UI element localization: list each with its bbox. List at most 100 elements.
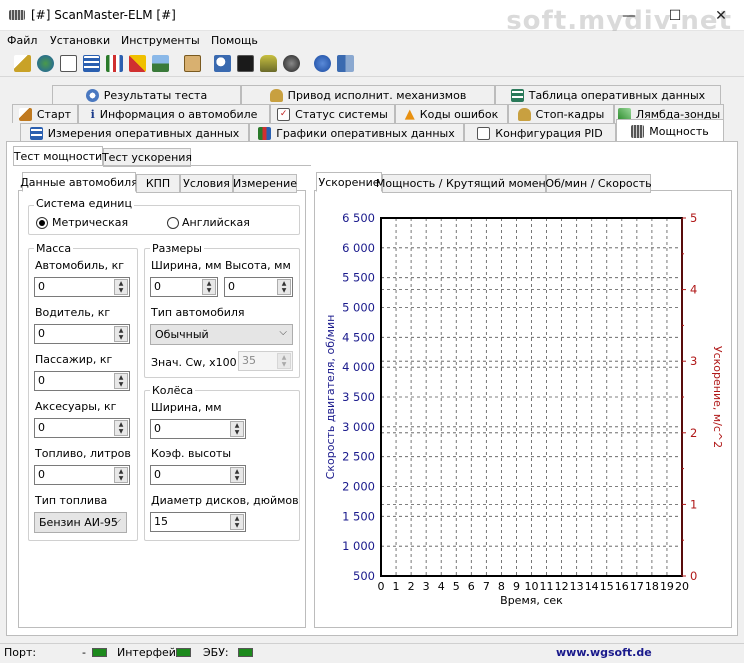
y-axis-label: Скорость двигателя, об/мин (324, 315, 337, 480)
rim-diameter-input[interactable]: 15 ▲ ▼ (150, 512, 246, 532)
power-icon (631, 124, 645, 138)
minimize-button[interactable]: — (606, 0, 652, 31)
close-button[interactable]: ✕ (698, 0, 744, 31)
tab-vehicle-data[interactable]: Данные автомобиля (20, 172, 138, 192)
tab-power[interactable]: Мощность (616, 119, 724, 142)
port-value: - (82, 646, 86, 659)
graph-icon (258, 126, 272, 140)
document-icon[interactable] (60, 55, 77, 72)
info-icon[interactable] (314, 55, 331, 72)
aspect-ratio-input[interactable]: 0 ▲ ▼ (150, 465, 246, 485)
warning-icon: ▲ (404, 106, 415, 122)
maximize-button[interactable]: ☐ (652, 0, 698, 31)
landscape-icon[interactable] (152, 55, 169, 72)
flags-icon[interactable] (129, 55, 146, 72)
cw-label: Знач. Cw, x100 (151, 356, 237, 369)
tab-power-torque-chart[interactable]: Мощность / Крутящий момент (376, 174, 552, 193)
y2-tick-label: 5 (690, 211, 697, 225)
tab-freeze-frames[interactable]: Стоп-кадры (508, 104, 614, 123)
tab-acceleration-chart[interactable]: Ускорение (316, 172, 382, 192)
table-icon (510, 88, 524, 102)
wheel-width-input[interactable]: 0 ▲ ▼ (150, 419, 246, 439)
metric-radio[interactable] (36, 217, 48, 229)
accessories-mass-input[interactable]: 0 ▲ ▼ (34, 418, 130, 438)
spin-arrows-icon: ▲ ▼ (114, 373, 128, 389)
interface-indicator (176, 648, 191, 657)
tab-live-table[interactable]: Таблица оперативных данных (495, 85, 721, 104)
x-tick-label: 6 (468, 580, 475, 593)
tab-live-graphs[interactable]: Графики оперативных данных (249, 123, 464, 142)
y2-axis-label: Ускорение, м/с^2 (711, 346, 724, 448)
website-link[interactable]: www.wgsoft.de (556, 646, 652, 659)
x-tick-label: 9 (513, 580, 520, 593)
x-tick-label: 4 (438, 580, 445, 593)
chart-grid (381, 218, 682, 576)
tab-actuators[interactable]: Привод исполнит. механизмов (241, 85, 495, 104)
document-icon (477, 126, 491, 140)
tab-gearbox[interactable]: КПП (136, 174, 180, 193)
tab-vehicle-info[interactable]: i Информация о автомобиле (78, 104, 270, 123)
y2-tick-label: 4 (690, 283, 697, 297)
rim-diameter-label: Диаметр дисков, дюймов (151, 494, 299, 507)
chart-icon[interactable] (106, 55, 123, 72)
x-tick-label: 14 (585, 580, 599, 593)
acceleration-chart: 0 1 2 3 4 5 6 7 8 9 10 11 12 13 14 15 16 17 18 19 206 5006 0… (324, 211, 724, 607)
menu-file[interactable]: Файл (7, 34, 37, 47)
spin-arrows-icon: ▲ ▼ (230, 421, 244, 437)
y2-tick-label: 3 (690, 354, 697, 368)
monitor-icon[interactable] (214, 55, 231, 72)
car-type-select[interactable]: Обычный ⌵ (150, 324, 293, 345)
tab-power-test[interactable]: Тест мощности (13, 146, 103, 166)
tab-rpm-speed-chart[interactable]: Об/мин / Скорость (545, 174, 652, 193)
dims-height-input[interactable]: 0 ▲ ▼ (224, 277, 293, 297)
fuel-input[interactable]: 0 ▲ ▼ (34, 465, 130, 485)
english-radio[interactable] (167, 217, 179, 229)
tab-pid-config[interactable]: Конфигурация PID (464, 123, 616, 142)
units-title: Система единиц (34, 197, 134, 210)
menu-tools[interactable]: Инструменты (121, 34, 200, 47)
y-tick-label: 3 000 (342, 420, 375, 434)
battery-icon[interactable] (260, 55, 277, 72)
grid-icon (29, 126, 43, 140)
spin-arrows-icon: ▲ ▼ (230, 514, 244, 530)
spin-arrows-icon: ▲ ▼ (277, 279, 291, 295)
spin-arrows-icon: ▲ ▼ (277, 353, 291, 369)
dims-width-input[interactable]: 0 ▲ ▼ (150, 277, 218, 297)
port-label: Порт: (4, 646, 37, 659)
tab-conditions[interactable]: Условия (180, 174, 233, 193)
x-tick-label: 20 (675, 580, 689, 593)
gauge-icon[interactable] (283, 55, 300, 72)
x-tick-label: 17 (630, 580, 644, 593)
x-axis-label: Время, сек (500, 594, 563, 607)
connect-icon[interactable] (14, 55, 31, 72)
exit-icon[interactable] (337, 55, 354, 72)
tab-error-codes[interactable]: ▲ Коды ошибок (395, 104, 508, 123)
port-indicator (92, 648, 107, 657)
y-tick-label: 500 (353, 569, 375, 583)
tab-live-measurements[interactable]: Измерения оперативных данных (20, 123, 249, 142)
spin-arrows-icon: ▲ ▼ (114, 326, 128, 342)
y-tick-label: 5 000 (342, 301, 375, 315)
tab-start[interactable]: Старт (12, 104, 78, 123)
tab-system-status[interactable]: ✓ Статус системы (270, 104, 395, 123)
car-mass-input[interactable]: 0 ▲ ▼ (34, 277, 130, 297)
toolbar (0, 51, 744, 77)
y-tick-label: 6 500 (342, 211, 375, 225)
menu-bar: Файл Установки Инструменты Помощь (0, 31, 744, 51)
info-icon: i (90, 107, 95, 121)
terminal-icon[interactable] (237, 55, 254, 72)
x-tick-label: 11 (540, 580, 554, 593)
y2-tick-label: 0 (690, 569, 697, 583)
tab-measurement[interactable]: Измерение (233, 174, 297, 193)
menu-settings[interactable]: Установки (50, 34, 110, 47)
tab-test-results[interactable]: Результаты теста (52, 85, 241, 104)
fuel-type-select[interactable]: Бензин АИ-95 ⌵ (34, 512, 127, 533)
table-icon[interactable] (83, 55, 100, 72)
globe-icon[interactable] (37, 55, 54, 72)
y-tick-label: 5 500 (342, 271, 375, 285)
passenger-mass-input[interactable]: 0 ▲ ▼ (34, 371, 130, 391)
chevron-down-icon: ⌵ (113, 515, 121, 526)
clipboard-icon[interactable] (184, 55, 201, 72)
menu-help[interactable]: Помощь (211, 34, 258, 47)
driver-mass-input[interactable]: 0 ▲ ▼ (34, 324, 130, 344)
